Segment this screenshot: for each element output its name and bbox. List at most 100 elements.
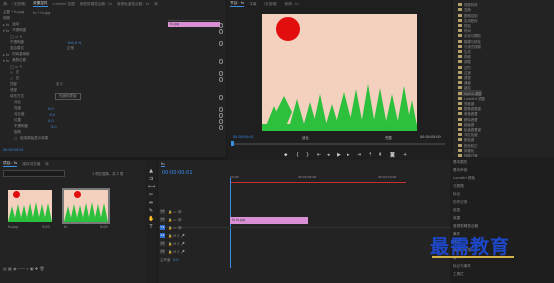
step-back-icon[interactable]: ◂ <box>327 152 330 158</box>
reset-icon[interactable] <box>218 119 223 124</box>
reset-icon[interactable] <box>218 71 223 76</box>
tab-effect-controls[interactable]: 效果控件 <box>33 1 48 7</box>
tab-sequence[interactable]: fu <box>161 162 165 167</box>
type-tool-icon[interactable]: T <box>148 224 154 230</box>
extract-icon[interactable]: ⇞ <box>378 152 382 158</box>
panel-menu-item[interactable]: 工具栏 <box>453 272 464 277</box>
track-header-a2[interactable]: A2 🔒 M S 🎤 <box>160 240 185 247</box>
tab-captions[interactable]: 字幕 <box>249 2 256 7</box>
tab-project[interactable]: 项目：fu <box>3 161 18 167</box>
fx-row: 对比 <box>14 100 21 104</box>
effect-controls-timecode[interactable]: 00:00:00:01 <box>3 148 24 152</box>
track-header-a1[interactable]: A1 🔒 M S 🎤 <box>160 232 185 239</box>
timeline-clip[interactable]: fx fu.jpg <box>230 217 308 224</box>
program-timecode[interactable]: 00:00:00:01 <box>233 135 254 139</box>
reset-icon[interactable] <box>218 113 223 118</box>
timeline-timecode[interactable]: 00:00:00:01 <box>162 170 193 176</box>
reset-icon[interactable] <box>218 41 223 46</box>
panel-menu-item[interactable]: Lumetri 颜色 <box>453 176 475 181</box>
clip-thumbnail[interactable] <box>8 190 52 222</box>
reset-icon[interactable] <box>218 29 223 34</box>
track-header-v3[interactable]: V3 🔒 ▭ 👁 <box>160 208 182 215</box>
tab-audio-clip-mixer[interactable]: 音频剪辑混合器：fu <box>80 2 112 7</box>
forest-image <box>8 202 52 222</box>
track-header-v1[interactable]: V1 🔒 ▭ 👁 <box>160 224 182 231</box>
play-icon[interactable]: ▶ <box>337 152 341 158</box>
tab-lumetri-scopes[interactable]: Lumetri 范围 <box>53 2 75 7</box>
folder-icon <box>458 91 462 95</box>
go-to-out-icon[interactable]: ⇥ <box>357 152 361 158</box>
tab-program[interactable]: 节目：fu <box>230 1 245 7</box>
selection-tool-icon[interactable]: ▲ <box>148 168 154 174</box>
in-point-icon[interactable]: { <box>296 152 299 158</box>
mask-tools[interactable]: ◯ ▭ ✎ <box>10 34 22 39</box>
fit-dropdown[interactable]: 适合 <box>302 135 309 140</box>
folder-icon <box>458 70 462 74</box>
folder-icon <box>458 24 462 28</box>
fx-row[interactable]: ▾ fx 裁剪位移 <box>3 58 26 63</box>
slip-tool-icon[interactable]: ⇹ <box>148 200 154 206</box>
panel-menu-item[interactable]: 历史记录 <box>453 200 467 205</box>
fx-row: 混合模式 正常 <box>10 46 74 50</box>
marker-icon[interactable]: ⬥ <box>284 152 288 158</box>
hand-tool-icon[interactable]: ✋ <box>148 216 154 222</box>
fx-row[interactable]: ▾ fx 不透明度 <box>3 28 26 33</box>
pen-tool-icon[interactable]: ✎ <box>148 208 154 214</box>
panel-menu-item[interactable]: 元数据 <box>453 184 464 189</box>
project-search-input[interactable] <box>3 170 65 177</box>
settings-plus-icon[interactable]: + <box>403 152 407 158</box>
panel-menu-item[interactable]: 标记与事件 <box>453 264 471 269</box>
panel-menu-item[interactable]: 基本声音 <box>453 168 467 173</box>
fx-row: 不透明度 0.0 <box>14 124 57 129</box>
folder-icon <box>458 107 462 111</box>
sequence-thumbnail[interactable] <box>64 190 108 222</box>
project-tabs: 项目：fu 媒体浏览器 库 <box>0 160 145 168</box>
tab-library[interactable]: 库 <box>154 2 158 7</box>
ripple-edit-icon[interactable]: ⟷ <box>148 184 155 190</box>
fx-row: 亮度 0.0 <box>14 106 54 111</box>
reset-icon[interactable] <box>218 107 223 112</box>
tab-no-clip[interactable]: （无剪辑） <box>262 2 280 7</box>
step-forward-icon[interactable]: ▸ <box>347 152 350 158</box>
out-point-icon[interactable]: } <box>306 152 309 158</box>
program-scrubber[interactable] <box>231 143 445 145</box>
mini-timeline-clip[interactable]: fu.jpg <box>168 22 220 27</box>
track-header-v2[interactable]: V2 🔒 ▭ 👁 <box>160 216 182 223</box>
master-track[interactable]: 主声道 0.0 <box>160 256 179 263</box>
razor-tool-icon[interactable]: ✂ <box>148 192 154 198</box>
fx-row[interactable]: ▸ fx 运动 <box>3 22 19 27</box>
lift-icon[interactable]: ⇡ <box>368 152 372 158</box>
fx-row[interactable]: ▸ fx 时间重映射 <box>3 52 30 57</box>
reset-icon[interactable] <box>218 95 223 100</box>
track-divider <box>158 227 450 228</box>
playhead-marker[interactable] <box>231 141 234 146</box>
reset-icon[interactable] <box>218 125 223 130</box>
tab-library[interactable]: 库 <box>45 162 49 167</box>
panel-menu-item[interactable]: 信息 <box>453 208 460 213</box>
ruler-label: 00:00:10:00 <box>378 175 397 179</box>
original-display-checkbox[interactable]: ☐ 使用原始显示效果 <box>14 136 48 141</box>
work-area-bar[interactable] <box>230 182 406 183</box>
export-frame-icon[interactable]: ◙ <box>390 152 395 158</box>
mask-tools[interactable]: ◯ ▭ ✎ <box>10 64 22 69</box>
panel-menu-item[interactable]: 效果 <box>453 216 460 221</box>
tab-media-browser[interactable]: 媒体浏览器 <box>22 162 40 167</box>
panel-menu-item[interactable]: 基本图形 <box>453 160 467 165</box>
fx-row: 位置 0.0 <box>14 118 54 123</box>
project-footer-tools[interactable]: ▤ ▦ ◉ ─── ⌕ ▣ ✚ 🗑 <box>3 266 45 271</box>
reset-icon[interactable] <box>218 59 223 64</box>
reset-icon[interactable] <box>218 77 223 82</box>
track-header-a3[interactable]: A3 🔒 M S 🎤 <box>160 248 185 255</box>
panel-menu-item[interactable]: 音频剪辑混合器 <box>453 224 478 229</box>
panel-menu-item[interactable]: 标记 <box>453 192 460 197</box>
tab-audio[interactable]: 音频：fu <box>284 2 298 7</box>
go-to-in-icon[interactable]: ⇤ <box>317 152 321 158</box>
folder-icon <box>458 44 462 48</box>
track-select-icon[interactable]: ⇉ <box>148 176 154 182</box>
tab-audio-track-mixer[interactable]: 音频轨道混合器：fu <box>117 2 149 7</box>
quality-dropdown[interactable]: 完整 <box>385 135 392 140</box>
tab-source[interactable]: 源：（无剪辑） <box>3 2 28 7</box>
fx-row: ⏱ 左 <box>10 70 20 75</box>
ruler-label: 00:00 <box>230 175 239 179</box>
folder-icon <box>458 18 462 22</box>
